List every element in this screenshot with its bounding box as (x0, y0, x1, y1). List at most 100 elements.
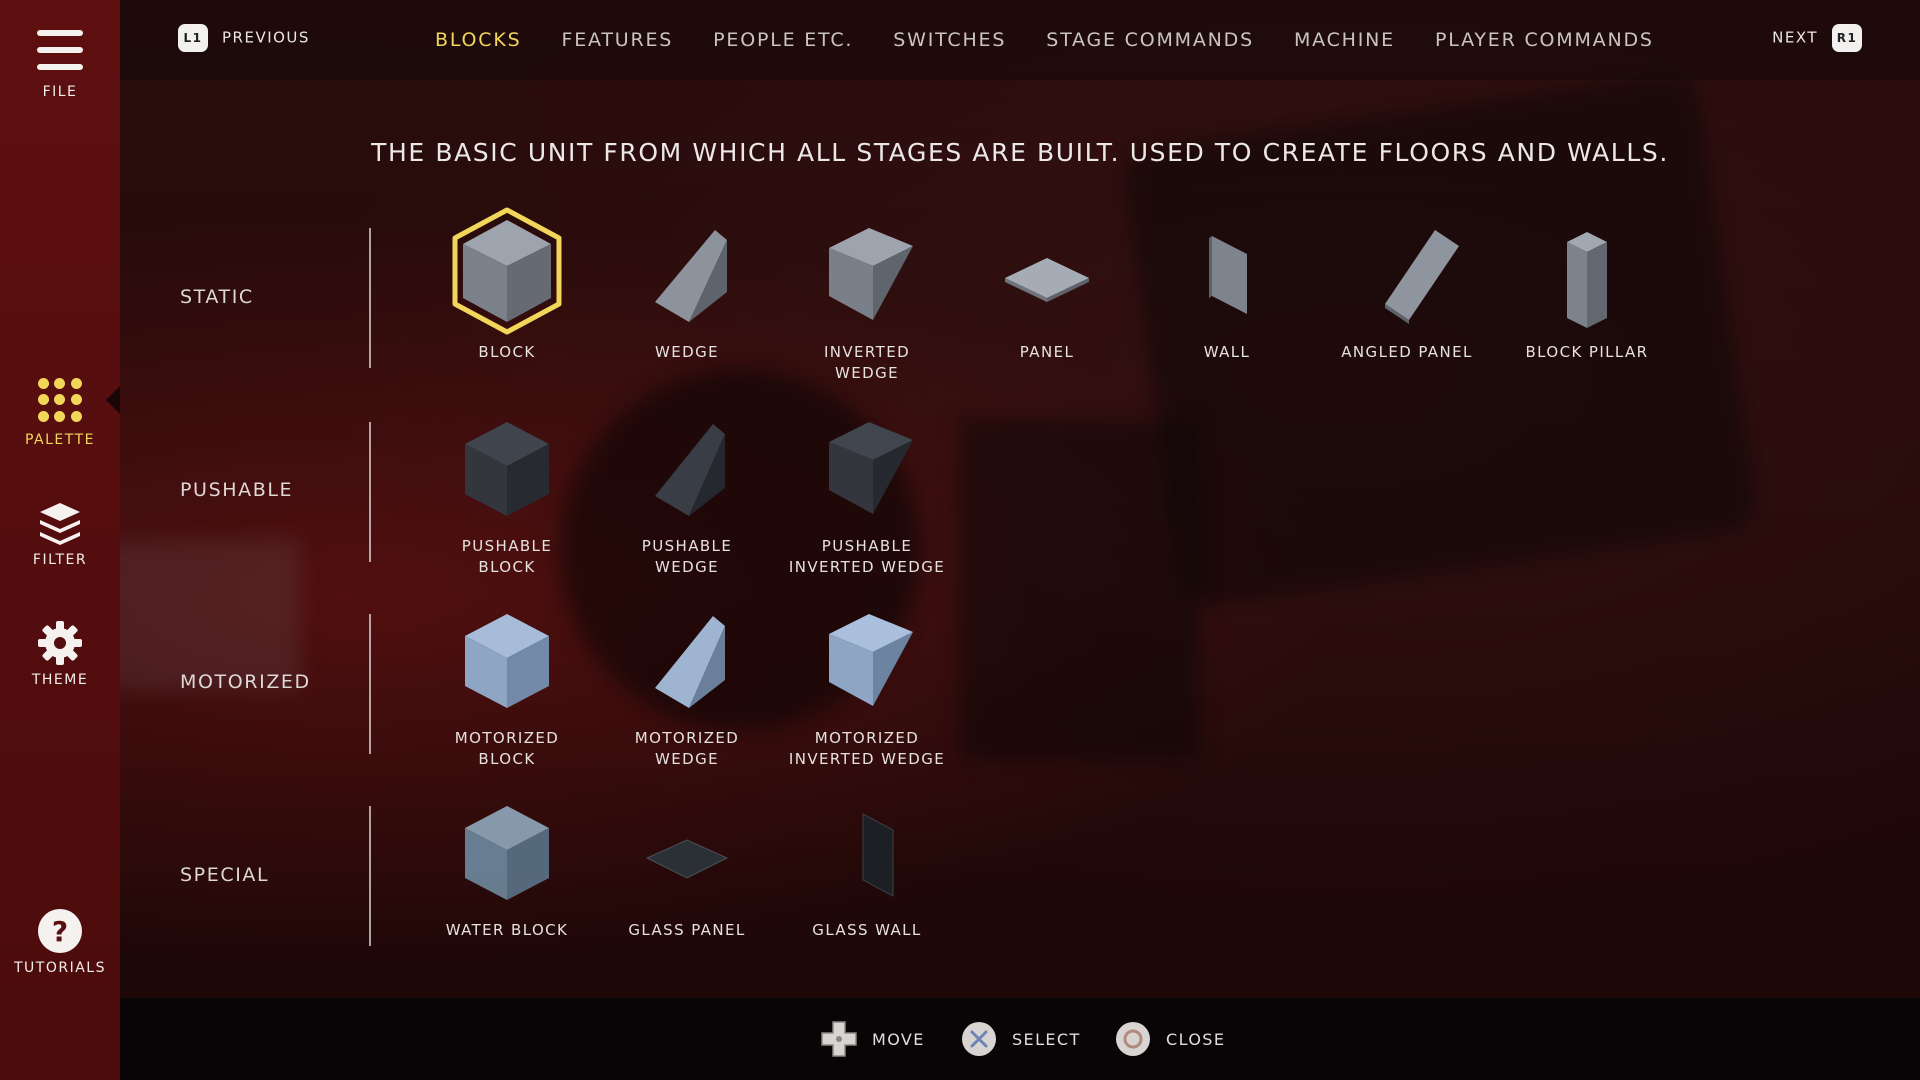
palette-item-motorized-block[interactable]: MOTORIZED BLOCK (417, 592, 597, 770)
item-label: GLASS PANEL (628, 921, 746, 939)
wall-icon (1209, 236, 1247, 314)
tab-people-etc[interactable]: PEOPLE ETC. (713, 29, 853, 51)
inverted-wedge-icon (829, 228, 913, 320)
svg-text:?: ? (52, 915, 68, 948)
previous-button[interactable]: L1 PREVIOUS (178, 24, 310, 52)
angled-panel-icon (1385, 230, 1459, 324)
active-indicator (106, 386, 120, 414)
tab-features[interactable]: FEATURES (562, 29, 674, 51)
item-label: ANGLED PANEL (1341, 343, 1473, 361)
tab-machine[interactable]: MACHINE (1294, 29, 1395, 51)
item-label: WATER BLOCK (445, 921, 569, 939)
sidebar-item-filter[interactable]: FILTER (0, 500, 120, 568)
glass-panel-icon (645, 839, 729, 879)
palette-item-block[interactable]: BLOCK (417, 206, 597, 363)
item-label: PUSHABLE INVERTED WEDGE (788, 537, 946, 576)
item-label: PUSHABLE WEDGE (641, 537, 733, 576)
palette-item-glass-wall[interactable]: GLASS WALL (777, 784, 957, 941)
motorized-block-icon (465, 614, 549, 708)
item-label: MOTORIZED INVERTED WEDGE (788, 729, 946, 768)
top-nav: L1 PREVIOUS BLOCKS FEATURES PEOPLE ETC. S… (120, 0, 1920, 80)
tab-blocks[interactable]: BLOCKS (435, 29, 522, 51)
category-tabs: BLOCKS FEATURES PEOPLE ETC. SWITCHES STA… (435, 0, 1694, 80)
item-label: BLOCK (478, 343, 536, 361)
hint-label: CLOSE (1166, 1029, 1226, 1049)
palette-item-pushable-inverted-wedge[interactable]: PUSHABLE INVERTED WEDGE (777, 400, 957, 578)
palette-item-motorized-inverted-wedge[interactable]: MOTORIZED INVERTED WEDGE (777, 592, 957, 770)
row-divider (369, 422, 371, 562)
motorized-wedge-icon (655, 616, 725, 708)
sidebar-item-label: FILE (42, 84, 78, 100)
item-label: GLASS WALL (812, 921, 922, 939)
row-label-pushable: PUSHABLE (180, 479, 294, 501)
dpad-icon (821, 1021, 857, 1057)
item-label: PUSHABLE BLOCK (461, 537, 553, 576)
palette-item-pushable-block[interactable]: PUSHABLE BLOCK (417, 400, 597, 578)
glass-wall-icon (862, 813, 894, 897)
hint-label: MOVE (872, 1029, 925, 1049)
item-label: BLOCK PILLAR (1525, 343, 1649, 361)
row-divider (369, 614, 371, 754)
tab-player-commands[interactable]: PLAYER COMMANDS (1435, 29, 1654, 51)
r1-button-icon: R1 (1832, 24, 1862, 52)
item-label: WALL (1203, 343, 1251, 361)
hint-label: SELECT (1012, 1029, 1081, 1049)
background-blur (960, 420, 1200, 760)
hint-move: MOVE (820, 1020, 925, 1058)
palette-dots-icon (38, 378, 82, 422)
palette-item-inverted-wedge[interactable]: INVERTED WEDGE (777, 206, 957, 384)
hint-select: SELECT (960, 1020, 1081, 1058)
pushable-wedge-icon (655, 424, 725, 516)
sidebar-item-label: PALETTE (25, 432, 95, 448)
item-label: INVERTED WEDGE (823, 343, 911, 382)
item-label: MOTORIZED WEDGE (634, 729, 740, 768)
block-icon (452, 207, 562, 335)
pushable-block-icon (465, 422, 549, 516)
row-divider (369, 228, 371, 368)
controls-hint-bar: MOVE SELECT CLOSE (120, 998, 1920, 1080)
sidebar-item-label: THEME (31, 672, 89, 688)
row-divider (369, 806, 371, 946)
palette-item-wedge[interactable]: WEDGE (597, 206, 777, 363)
next-button[interactable]: NEXT R1 (1772, 24, 1862, 52)
wedge-icon (655, 230, 727, 322)
sidebar-item-label: TUTORIALS (14, 960, 106, 976)
row-label-static: STATIC (180, 286, 254, 308)
cross-button-icon (962, 1022, 996, 1056)
block-pillar-icon (1567, 232, 1607, 328)
row-label-motorized: MOTORIZED (180, 671, 311, 693)
next-label: NEXT (1772, 28, 1818, 47)
panel-icon (1005, 258, 1089, 302)
sidebar-item-palette[interactable]: PALETTE (0, 378, 120, 448)
palette-item-water-block[interactable]: WATER BLOCK (417, 784, 597, 941)
palette-item-block-pillar[interactable]: BLOCK PILLAR (1497, 206, 1677, 363)
palette-item-angled-panel[interactable]: ANGLED PANEL (1317, 206, 1497, 363)
help-icon: ? (38, 909, 82, 953)
gear-icon (38, 621, 82, 665)
tab-switches[interactable]: SWITCHES (893, 29, 1006, 51)
sidebar: FILE PALETTE FILTER THEME ? TUTORIALS (0, 0, 120, 1080)
palette-item-glass-panel[interactable]: GLASS PANEL (597, 784, 777, 941)
row-label-special: SPECIAL (180, 864, 270, 886)
pushable-inverted-wedge-icon (829, 422, 913, 514)
water-block-icon (465, 806, 549, 900)
sidebar-item-theme[interactable]: THEME (0, 620, 120, 688)
l1-button-icon: L1 (178, 24, 208, 52)
palette-item-pushable-wedge[interactable]: PUSHABLE WEDGE (597, 400, 777, 578)
palette-item-wall[interactable]: WALL (1137, 206, 1317, 363)
sidebar-item-label: FILTER (32, 552, 88, 568)
previous-label: PREVIOUS (222, 28, 310, 47)
circle-button-icon (1116, 1022, 1150, 1056)
hint-close: CLOSE (1114, 1020, 1225, 1058)
sidebar-item-tutorials[interactable]: ? TUTORIALS (0, 908, 120, 976)
sidebar-item-file[interactable]: FILE (0, 0, 120, 100)
hamburger-menu-icon (37, 30, 83, 70)
item-label: PANEL (1019, 343, 1075, 361)
item-label: WEDGE (655, 343, 719, 361)
item-label: MOTORIZED BLOCK (454, 729, 560, 768)
palette-item-panel[interactable]: PANEL (957, 206, 1137, 363)
motorized-inverted-wedge-icon (829, 614, 913, 706)
layers-icon (40, 503, 80, 545)
palette-item-motorized-wedge[interactable]: MOTORIZED WEDGE (597, 592, 777, 770)
tab-stage-commands[interactable]: STAGE COMMANDS (1046, 29, 1254, 51)
